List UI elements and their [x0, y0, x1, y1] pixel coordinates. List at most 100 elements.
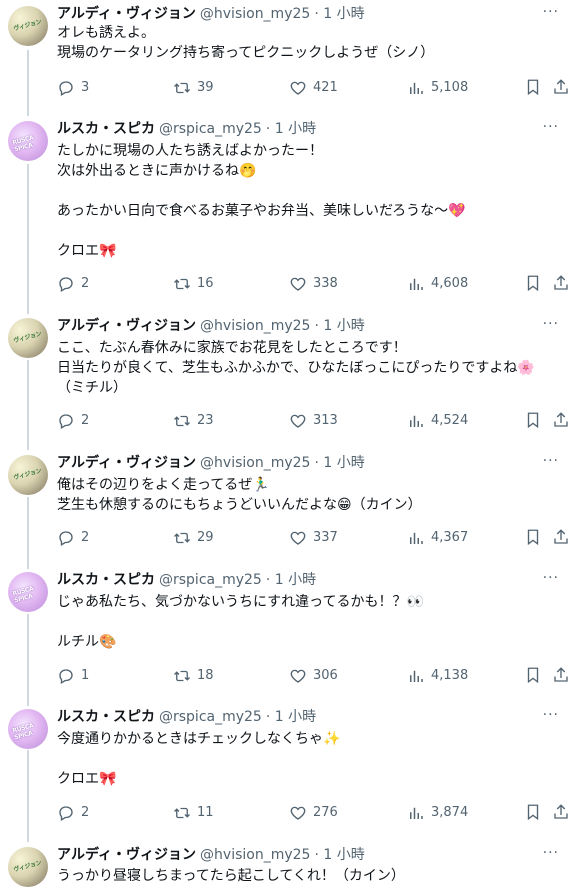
reply-button[interactable]: 2	[57, 411, 89, 431]
heart-icon	[290, 414, 306, 428]
author-handle[interactable]: @hvision_my25	[200, 6, 310, 22]
author-name[interactable]: アルディ・ヴィジョン	[57, 318, 196, 334]
retweet-button[interactable]: 11	[173, 803, 214, 823]
like-button[interactable]: 421	[289, 78, 338, 98]
views-icon	[410, 807, 423, 819]
retweet-button[interactable]: 16	[173, 274, 214, 294]
bookmark-icon[interactable]	[524, 411, 542, 433]
tweet-text: 今度通りかかるときはチェックしなくちゃ✨ クロエ🎀	[57, 731, 341, 787]
reply-button[interactable]: 1	[57, 666, 89, 686]
more-options-icon[interactable]: ···	[543, 845, 559, 861]
views-button[interactable]: 4,608	[407, 274, 468, 294]
view-count: 4,608	[431, 276, 469, 291]
share-icon[interactable]	[552, 528, 570, 550]
more-options-icon[interactable]: ···	[543, 316, 559, 332]
tweet-time[interactable]: · 1 小時	[314, 455, 364, 471]
reply-button[interactable]: 2	[57, 528, 89, 548]
reply-icon	[59, 81, 73, 96]
avatar-logo-text: ヴィジョン	[12, 330, 43, 345]
tweet-text: 俺はその辺りをよく走ってるぜ🏃‍♂️ 芝生も休憩するのにもちょうどいいんだよな😁…	[57, 477, 422, 513]
author-handle[interactable]: @rspica_my25	[159, 121, 262, 137]
reply-icon	[59, 806, 73, 821]
like-button[interactable]: 337	[289, 528, 338, 548]
like-count: 421	[313, 80, 338, 95]
tweet-time[interactable]: · 1 小時	[266, 709, 316, 725]
author-name[interactable]: ルスカ・スピカ	[57, 709, 155, 725]
views-button[interactable]: 4,138	[407, 666, 468, 686]
retweet-button[interactable]: 39	[173, 78, 214, 98]
author-handle[interactable]: @hvision_my25	[200, 318, 310, 334]
tweet-time[interactable]: · 1 小時	[266, 121, 316, 137]
avatar-logo-text: RUSCA SPICA	[11, 585, 35, 605]
avatar[interactable]: RUSCA SPICA	[8, 572, 48, 612]
author-handle[interactable]: @rspica_my25	[159, 709, 262, 725]
avatar[interactable]: ヴィジョン	[8, 6, 48, 46]
avatar[interactable]: RUSCA SPICA	[8, 709, 48, 749]
author-name[interactable]: ルスカ・スピカ	[57, 121, 155, 137]
author-name[interactable]: アルディ・ヴィジョン	[57, 847, 196, 863]
tweet-time[interactable]: · 1 小時	[314, 318, 364, 334]
avatar[interactable]: ヴィジョン	[8, 847, 48, 887]
tweet-actions: 3 39 421 5,108	[57, 78, 571, 98]
share-icon[interactable]	[552, 411, 570, 433]
more-options-icon[interactable]: ···	[543, 570, 559, 586]
retweet-button[interactable]: 23	[173, 411, 214, 431]
tweet-time[interactable]: · 1 小時	[314, 6, 364, 22]
like-button[interactable]: 338	[289, 274, 338, 294]
author-name[interactable]: アルディ・ヴィジョン	[57, 6, 196, 22]
tweet-time[interactable]: · 1 小時	[314, 847, 364, 863]
avatar[interactable]: ヴィジョン	[8, 455, 48, 495]
views-button[interactable]: 5,108	[407, 78, 468, 98]
tweet-text: うっかり昼寝しちまってたら起こしてくれ！（カイン）	[57, 868, 405, 884]
tweet-actions: 2 16 338 4,608	[57, 274, 571, 294]
reply-count: 2	[81, 530, 90, 545]
more-options-icon[interactable]: ···	[543, 453, 559, 469]
author-handle[interactable]: @hvision_my25	[200, 455, 310, 471]
like-button[interactable]: 306	[289, 666, 338, 686]
bookmark-icon[interactable]	[524, 803, 542, 825]
views-button[interactable]: 4,524	[407, 411, 468, 431]
views-button[interactable]: 4,367	[407, 528, 468, 548]
retweet-button[interactable]: 18	[173, 666, 214, 686]
reply-count: 3	[81, 80, 90, 95]
like-button[interactable]: 313	[289, 411, 338, 431]
author-name[interactable]: ルスカ・スピカ	[57, 572, 155, 588]
tweet-time[interactable]: · 1 小時	[266, 572, 316, 588]
heart-icon	[290, 531, 306, 545]
avatar-logo-text: RUSCA SPICA	[11, 134, 35, 154]
more-options-icon[interactable]: ···	[543, 707, 559, 723]
views-icon	[410, 415, 423, 427]
reply-count: 1	[81, 668, 90, 683]
like-count: 306	[313, 668, 338, 683]
author-handle[interactable]: @hvision_my25	[200, 847, 310, 863]
reply-button[interactable]: 2	[57, 803, 89, 823]
tweet-header: ルスカ・スピカ @rspica_my25 · 1 小時	[57, 570, 316, 590]
bookmark-icon[interactable]	[524, 528, 542, 550]
retweet-button[interactable]: 29	[173, 528, 214, 548]
bookmark-icon[interactable]	[524, 78, 542, 100]
like-button[interactable]: 276	[289, 803, 338, 823]
tweet-header: アルディ・ヴィジョン @hvision_my25 · 1 小時	[57, 453, 365, 473]
share-icon[interactable]	[552, 666, 570, 688]
more-options-icon[interactable]: ···	[543, 4, 559, 20]
reply-button[interactable]: 3	[57, 78, 89, 98]
share-icon[interactable]	[552, 274, 570, 296]
thread-line	[27, 164, 29, 314]
more-options-icon[interactable]: ···	[543, 119, 559, 135]
tweet-text: ここ、たぶん春休みに家族でお花見をしたところです！ 日当たりが良くて、芝生もふか…	[57, 340, 535, 396]
bookmark-icon[interactable]	[524, 666, 542, 688]
view-count: 4,524	[431, 413, 469, 428]
avatar[interactable]: ヴィジョン	[8, 318, 48, 358]
retweet-count: 23	[197, 413, 214, 428]
share-icon[interactable]	[552, 803, 570, 825]
reply-button[interactable]: 2	[57, 274, 89, 294]
tweet-actions: 1 18 306 4,138	[57, 666, 571, 686]
tweet-text: じゃあ私たち、気づかないうちにすれ違ってるかも！？👀 ルチル🎨	[57, 594, 424, 650]
share-icon[interactable]	[552, 78, 570, 100]
retweet-icon	[174, 807, 190, 819]
avatar[interactable]: RUSCA SPICA	[8, 121, 48, 161]
views-button[interactable]: 3,874	[407, 803, 468, 823]
bookmark-icon[interactable]	[524, 274, 542, 296]
author-handle[interactable]: @rspica_my25	[159, 572, 262, 588]
author-name[interactable]: アルディ・ヴィジョン	[57, 455, 196, 471]
